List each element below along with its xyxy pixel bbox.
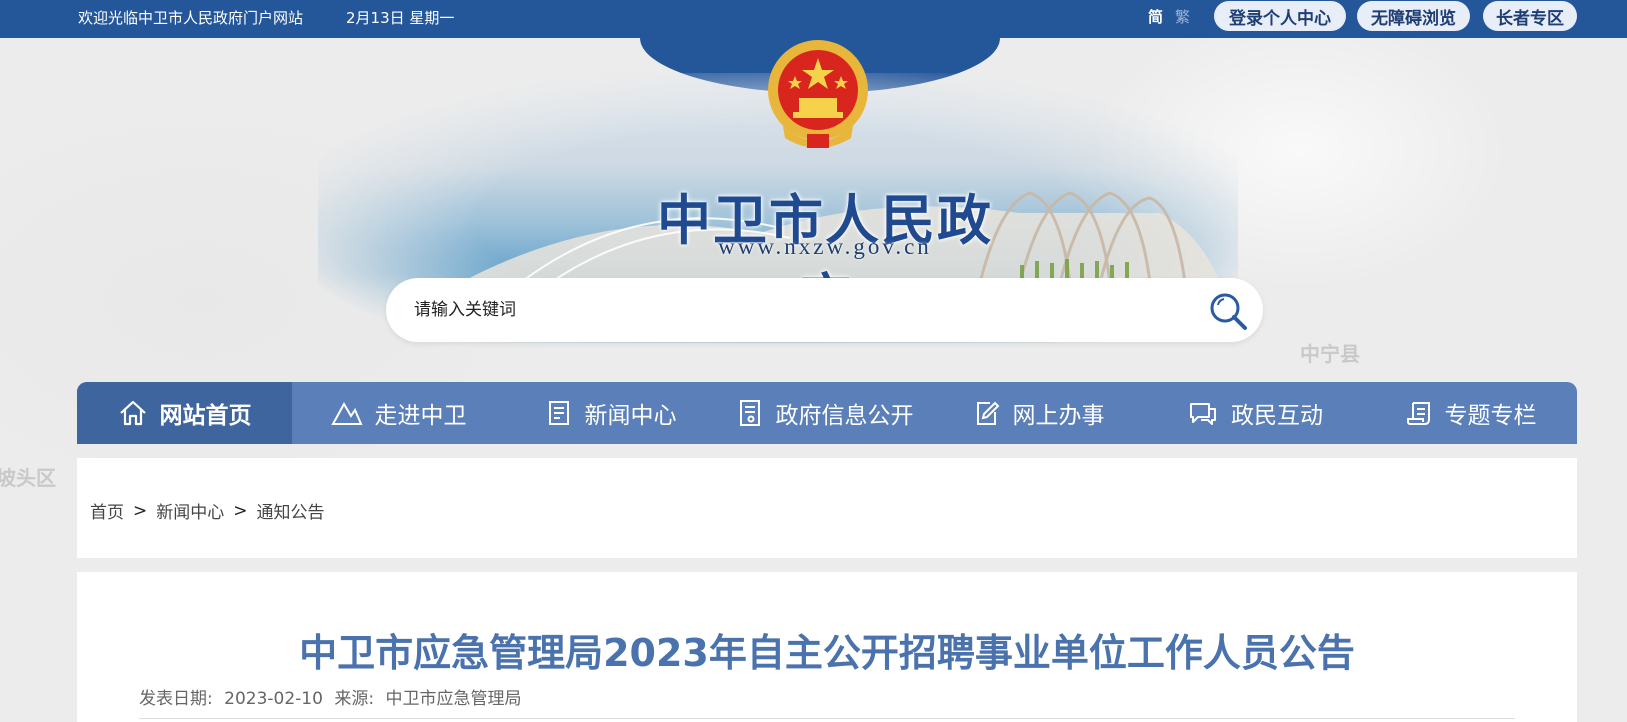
divider [139,718,1515,719]
news-icon [548,401,569,425]
nav-home[interactable]: 网站首页 [77,382,292,444]
login-button[interactable]: 登录个人中心 [1214,1,1346,31]
nav-online-service[interactable]: 网上办事 [933,382,1146,444]
source-value: 中卫市应急管理局 [385,689,522,709]
breadcrumb-home[interactable]: 首页 [90,498,124,523]
breadcrumb-separator: > [233,500,248,521]
breadcrumb-separator: > [133,500,148,521]
nav-interaction-label: 政民互动 [1231,403,1323,429]
date-label: 发表日期: [139,689,213,709]
nav-news[interactable]: 新闻中心 [505,382,718,444]
simplified-chinese-link[interactable]: 简 [1148,6,1163,27]
article-title: 中卫市应急管理局2023年自主公开招聘事业单位工作人员公告 [299,631,1355,675]
mountain-icon [330,401,363,425]
nav-online-service-label: 网上办事 [1012,403,1105,429]
nav-news-label: 新闻中心 [584,403,677,429]
article-meta: 发表日期: 2023-02-10 来源: 中卫市应急管理局 [139,684,527,709]
nav-interaction[interactable]: 政民互动 [1146,382,1364,444]
main-nav: 网站首页 走进中卫 新闻中心 政府信息公开 网上办事 政民互动 专题专栏 [77,382,1577,444]
top-bar: 欢迎光临中卫市人民政府门户网站 2月13日 星期一 简 繁 登录个人中心 无障碍… [0,0,1627,38]
site-url: www.nxzw.gov.cn [718,234,932,259]
nav-about[interactable]: 走进中卫 [292,382,505,444]
edit-icon [976,401,999,425]
home-icon [119,400,146,426]
breadcrumb-container: 首页 > 新闻中心 > 通知公告 [77,458,1577,558]
search-input[interactable] [414,293,1174,327]
elder-mode-button[interactable]: 长者专区 [1483,1,1577,31]
breadcrumb-news[interactable]: 新闻中心 [156,498,224,523]
source-label: 来源: [334,689,375,709]
map-label-potou: 坡头区 [0,466,56,490]
document-icon [739,400,760,426]
article: 中卫市应急管理局2023年自主公开招聘事业单位工作人员公告 发表日期: 2023… [77,572,1577,722]
nav-home-label: 网站首页 [159,403,252,429]
national-emblem-icon [768,40,868,148]
search-icon[interactable] [1207,290,1249,332]
traditional-chinese-link[interactable]: 繁 [1175,6,1190,27]
nav-special-topics-label: 专题专栏 [1444,403,1537,429]
nav-gov-info[interactable]: 政府信息公开 [718,382,933,444]
chat-icon [1190,403,1216,425]
breadcrumb-notices[interactable]: 通知公告 [257,498,325,523]
date-text: 2月13日 星期一 [346,9,455,27]
search-bar [386,278,1263,342]
scroll-icon [1406,402,1430,425]
breadcrumb: 首页 > 新闻中心 > 通知公告 [90,498,325,524]
nav-special-topics[interactable]: 专题专栏 [1364,382,1577,444]
nav-about-label: 走进中卫 [374,403,467,429]
accessibility-button[interactable]: 无障碍浏览 [1357,1,1470,31]
welcome-text: 欢迎光临中卫市人民政府门户网站 [78,9,304,27]
nav-gov-info-label: 政府信息公开 [775,403,914,429]
publish-date: 2023-02-10 [224,689,323,709]
